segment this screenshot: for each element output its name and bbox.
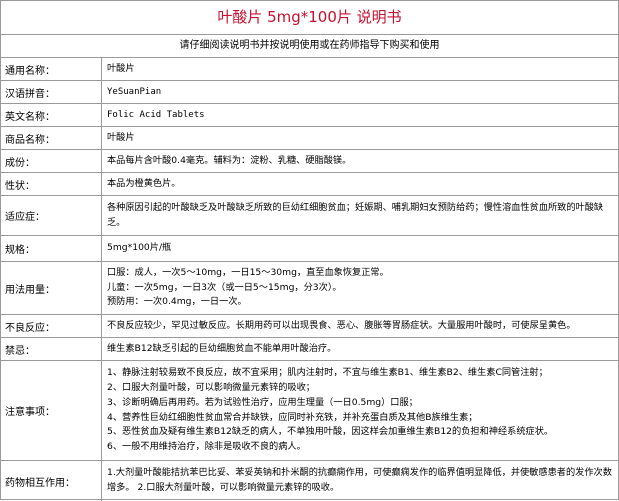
- row-english-name: 英文名称： Folic Acid Tablets: [1, 104, 618, 127]
- leaflet-title: 叶酸片 5mg*100片 说明书: [1, 1, 618, 35]
- row-label: 不良反应：: [1, 315, 102, 337]
- row-label: 英文名称：: [1, 104, 102, 126]
- row-label: 商品名称：: [1, 127, 102, 149]
- row-label: 汉语拼音：: [1, 81, 102, 103]
- row-value: 1.大剂量叶酸能拮抗苯巴比妥、苯妥英钠和扑米酮的抗癫痫作用，可使癫痫发作的临界值…: [107, 467, 612, 493]
- row-label: 用法用量：: [1, 262, 102, 314]
- row-value: Folic Acid Tablets: [107, 109, 205, 120]
- drug-leaflet: 叶酸片 5mg*100片 说明书 请仔细阅读说明书并按说明使用或在药师指导下购买…: [0, 0, 619, 501]
- row-appearance: 性状： 本品为橙黄色片。: [1, 173, 618, 196]
- row-value: 1、静脉注射较易致不良反应，故不宜采用；肌内注射时，不宜与维生素B1、维生素B2…: [107, 367, 554, 453]
- row-label: 药物相互作用：: [1, 461, 102, 501]
- row-indications: 适应症： 各种原因引起的叶酸缺乏及叶酸缺乏所致的巨幼红细胞贫血；妊娠期、哺乳期妇…: [1, 196, 618, 236]
- row-value: 叶酸片: [107, 62, 135, 74]
- row-label: 性状：: [1, 173, 102, 195]
- row-value: 本品每片含叶酸0.4毫克。辅料为：淀粉、乳糖、硬脂酸镁。: [107, 154, 352, 166]
- row-label: 成份：: [1, 150, 102, 172]
- row-label: 注意事项：: [1, 361, 102, 460]
- row-dosage: 用法用量： 口服：成人，一次5～10mg，一日15～30mg，直至血象恢复正常。…: [1, 262, 618, 315]
- row-trade-name: 商品名称： 叶酸片: [1, 127, 618, 150]
- row-value: 各种原因引起的叶酸缺乏及叶酸缺乏所致的巨幼红细胞贫血；妊娠期、哺乳期妇女预防给药…: [107, 201, 604, 228]
- row-value: YeSuanPian: [107, 86, 162, 97]
- row-label: 适应症：: [1, 196, 102, 235]
- row-contraindications: 禁忌： 维生素B12缺乏引起的巨幼细胞贫血不能单用叶酸治疗。: [1, 338, 618, 361]
- row-specification: 规格： 5mg*100片/瓶: [1, 236, 618, 262]
- row-generic-name: 通用名称： 叶酸片: [1, 58, 618, 81]
- row-drug-interactions: 药物相互作用： 1.大剂量叶酸能拮抗苯巴比妥、苯妥英钠和扑米酮的抗癫痫作用，可使…: [1, 461, 618, 501]
- row-label: 禁忌：: [1, 338, 102, 360]
- row-label: 通用名称：: [1, 58, 102, 80]
- usage-notice: 请仔细阅读说明书并按说明使用或在药师指导下购买和使用: [1, 35, 618, 58]
- row-value: 不良反应较少，罕见过敏反应。长期用药可以出现畏食、恶心、腹胀等胃肠症状。大量服用…: [107, 319, 576, 331]
- row-label: 规格：: [1, 236, 102, 261]
- row-value: 本品为橙黄色片。: [107, 177, 181, 189]
- row-pinyin: 汉语拼音： YeSuanPian: [1, 81, 618, 104]
- row-adverse-reactions: 不良反应： 不良反应较少，罕见过敏反应。长期用药可以出现畏食、恶心、腹胀等胃肠症…: [1, 315, 618, 338]
- row-ingredients: 成份： 本品每片含叶酸0.4毫克。辅料为：淀粉、乳糖、硬脂酸镁。: [1, 150, 618, 173]
- row-value: 口服：成人，一次5～10mg，一日15～30mg，直至血象恢复正常。 儿童：一次…: [107, 266, 389, 308]
- row-value: 维生素B12缺乏引起的巨幼细胞贫血不能单用叶酸治疗。: [107, 342, 337, 354]
- row-value: 叶酸片: [107, 131, 135, 143]
- row-value: 5mg*100片/瓶: [107, 242, 172, 254]
- row-precautions: 注意事项： 1、静脉注射较易致不良反应，故不宜采用；肌内注射时，不宜与维生素B1…: [1, 361, 618, 461]
